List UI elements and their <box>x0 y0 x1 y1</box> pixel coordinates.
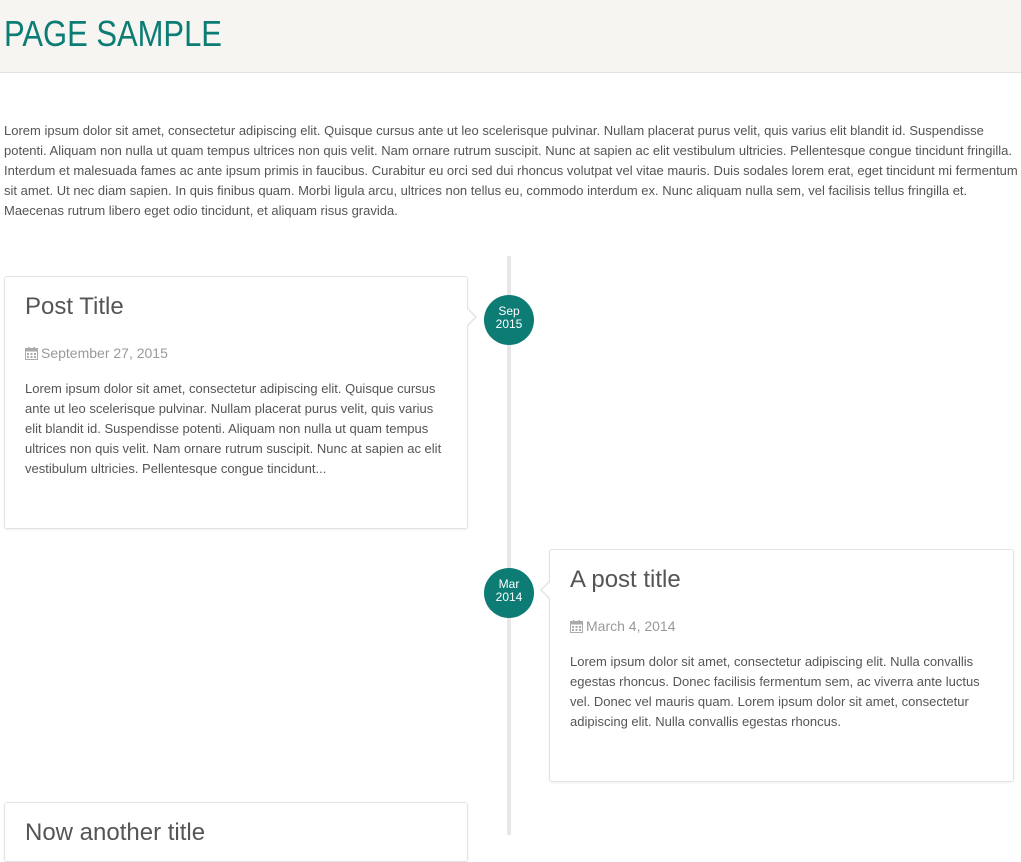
badge-year: 2015 <box>495 317 523 331</box>
post-date: September 27, 2015 <box>25 344 447 362</box>
post-date-text: March 4, 2014 <box>586 618 676 634</box>
page-title: PAGE SAMPLE <box>4 13 222 54</box>
page-header: PAGE SAMPLE <box>0 0 1021 73</box>
calendar-icon <box>570 619 583 633</box>
timeline-post: Now another title <box>4 802 468 862</box>
timeline-post: A post title March 4, 2014 Lorem ipsum d… <box>540 549 1014 782</box>
calendar-icon <box>25 346 38 360</box>
post-excerpt: Lorem ipsum dolor sit amet, consectetur … <box>25 381 442 476</box>
post-date-text: September 27, 2015 <box>41 345 168 361</box>
card-pointer <box>466 307 477 327</box>
card-pointer <box>540 580 551 600</box>
post-title-link[interactable]: A post title <box>570 566 993 594</box>
post-title-link[interactable]: Post Title <box>25 293 447 321</box>
badge-year: 2014 <box>495 590 523 604</box>
post-title-link[interactable]: Now another title <box>25 819 447 847</box>
date-badge: Mar 2014 <box>484 568 534 618</box>
timeline-post: Post Title September 27, 2015 Lorem ipsu… <box>4 276 477 529</box>
post-date: March 4, 2014 <box>570 617 993 635</box>
post-excerpt: Lorem ipsum dolor sit amet, consectetur … <box>570 654 980 729</box>
date-badge: Sep 2015 <box>484 295 534 345</box>
intro-text: Lorem ipsum dolor sit amet, consectetur … <box>4 123 1018 218</box>
